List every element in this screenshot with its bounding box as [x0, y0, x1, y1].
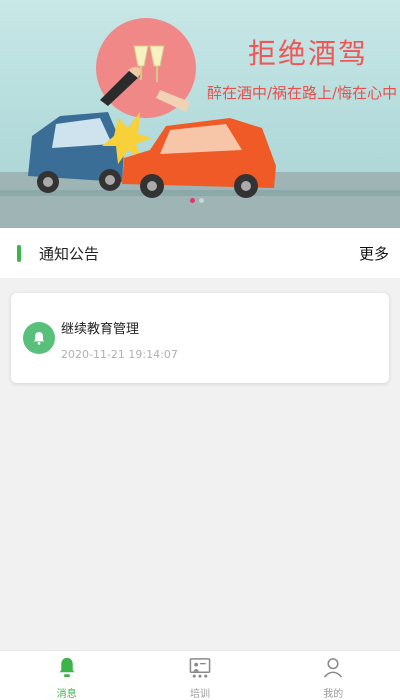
bell-icon: [23, 322, 55, 354]
nav-label-profile: 我的: [323, 689, 344, 700]
nav-item-messages[interactable]: 消息: [0, 651, 133, 700]
bottom-nav: 消息 培训 我的: [0, 650, 400, 700]
nav-label-training: 培训: [189, 689, 210, 700]
banner-carousel[interactable]: 拒绝酒驾 醉在酒中/祸在路上/悔在心中: [0, 0, 400, 228]
nav-item-training[interactable]: 培训: [133, 651, 266, 700]
carousel-dot[interactable]: [199, 198, 204, 203]
carousel-indicator: [190, 198, 204, 203]
notice-card-time: 2020-11-21 19:14:07: [61, 348, 178, 361]
more-link[interactable]: 更多: [359, 243, 389, 264]
nav-item-profile[interactable]: 我的: [267, 651, 400, 700]
notice-card[interactable]: 继续教育管理 2020-11-21 19:14:07: [11, 293, 389, 383]
notice-section-header: 通知公告 更多: [0, 228, 400, 278]
carousel-dot-active[interactable]: [190, 198, 195, 203]
banner-title: 拒绝酒驾: [248, 37, 369, 70]
notice-title: 通知公告: [39, 245, 100, 263]
section-marker: [17, 245, 21, 262]
notice-card-title: 继续教育管理: [61, 322, 140, 337]
training-icon: [189, 658, 211, 678]
nav-label-messages: 消息: [56, 689, 77, 700]
user-icon: [324, 658, 343, 678]
bell-icon: [58, 657, 75, 678]
banner-subtitle: 醉在酒中/祸在路上/悔在心中: [207, 84, 398, 102]
